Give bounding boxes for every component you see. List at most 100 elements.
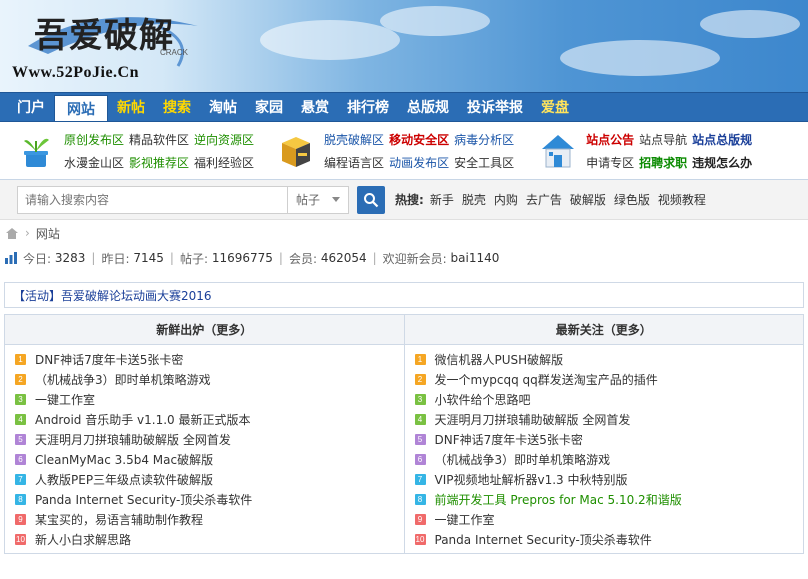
box-icon (276, 131, 316, 171)
nav-item[interactable]: 淘帖 (200, 93, 246, 121)
stat-posts-value: 11696775 (211, 251, 273, 265)
thread-row[interactable]: 7 VIP视频地址解析器v1.3 中秋特别版 (414, 469, 804, 489)
forum-link[interactable]: 站点总版规 (692, 131, 752, 148)
latest-threads-title[interactable]: 新鲜出炉（更多） (5, 315, 404, 345)
forum-link[interactable]: 福利经验区 (194, 154, 254, 171)
site-logo[interactable]: 吾爱破解 CRACK Www.52PoJie.Cn (8, 6, 198, 86)
thread-title[interactable]: （机械战争3）即时单机策略游戏 (35, 371, 211, 388)
forum-group-security: 脱壳破解区 移动安全区 病毒分析区编程语言区 动画发布区 安全工具区 (276, 131, 514, 171)
thread-title[interactable]: VIP视频地址解析器v1.3 中秋特别版 (435, 471, 628, 488)
thread-row[interactable]: 4 天涯明月刀拼琅辅助破解版 全网首发 (414, 409, 804, 429)
thread-title[interactable]: DNF神话7度年卡送5张卡密 (435, 431, 583, 448)
thread-title[interactable]: 发一个mypcqq qq群发送淘宝产品的插件 (435, 371, 658, 388)
stat-today-label: 今日: (23, 251, 52, 266)
thread-row[interactable]: 3 小软件给个思路吧 (414, 389, 804, 409)
thread-row[interactable]: 6 CleanMyMac 3.5b4 Mac破解版 (15, 449, 404, 469)
nav-item[interactable]: 新帖 (108, 93, 154, 121)
thread-title[interactable]: Android 音乐助手 v1.1.0 最新正式版本 (35, 411, 250, 428)
thread-row[interactable]: 10 Panda Internet Security-顶尖杀毒软件 (414, 529, 804, 549)
thread-row[interactable]: 6 （机械战争3）即时单机策略游戏 (414, 449, 804, 469)
forum-link[interactable]: 原创发布区 (64, 131, 124, 148)
thread-title[interactable]: 一键工作室 (35, 391, 95, 408)
forum-link[interactable]: 动画发布区 (389, 154, 449, 171)
forum-link[interactable]: 病毒分析区 (454, 131, 514, 148)
rank-badge: 3 (414, 393, 426, 405)
thread-title[interactable]: （机械战争3）即时单机策略游戏 (435, 451, 611, 468)
stat-today-value: 3283 (54, 251, 86, 265)
hot-search-link[interactable]: 内购 (494, 191, 518, 208)
search-input[interactable] (17, 185, 287, 214)
thread-row[interactable]: 5 DNF神话7度年卡送5张卡密 (414, 429, 804, 449)
hot-search-link[interactable]: 绿色版 (614, 191, 650, 208)
search-type-select[interactable]: 帖子 (287, 185, 349, 214)
forum-link[interactable]: 站点导航 (639, 131, 687, 148)
forum-links-group3: 站点公告 站点导航 站点总版规申请专区 招聘求职 违规怎么办 (586, 131, 752, 171)
thread-row[interactable]: 8 Panda Internet Security-顶尖杀毒软件 (15, 489, 404, 509)
thread-row[interactable]: 2 发一个mypcqq qq群发送淘宝产品的插件 (414, 369, 804, 389)
rank-badge: 7 (15, 473, 26, 485)
forum-link[interactable]: 违规怎么办 (692, 154, 752, 171)
thread-row[interactable]: 3 一键工作室 (15, 389, 404, 409)
thread-title[interactable]: DNF神话7度年卡送5张卡密 (35, 351, 183, 368)
nav-item[interactable]: 网站 (54, 95, 108, 121)
logo-url: Www.52PoJie.Cn (12, 64, 139, 81)
forum-link[interactable]: 精品软件区 (129, 131, 189, 148)
thread-row[interactable]: 8 前端开发工具 Prepros for Mac 5.10.2和谐版 (414, 489, 804, 509)
thread-title[interactable]: 天涯明月刀拼琅辅助破解版 全网首发 (435, 411, 631, 428)
thread-row[interactable]: 2 （机械战争3）即时单机策略游戏 (15, 369, 404, 389)
nav-item[interactable]: 家园 (246, 93, 292, 121)
thread-row[interactable]: 9 某宝买的，易语言辅助制作教程 (15, 509, 404, 529)
hot-search-link[interactable]: 脱壳 (462, 191, 486, 208)
rank-badge: 1 (414, 353, 426, 365)
forum-link[interactable]: 移动安全区 (389, 131, 449, 148)
new-member-link[interactable]: bai1140 (451, 251, 500, 265)
thread-title[interactable]: 新人小白求解思路 (35, 531, 131, 548)
search-button[interactable] (357, 185, 385, 214)
thread-title[interactable]: 人教版PEP三年级点读软件破解版 (35, 471, 213, 488)
thread-row[interactable]: 7 人教版PEP三年级点读软件破解版 (15, 469, 404, 489)
house-icon (538, 131, 578, 171)
hot-threads-title[interactable]: 最新关注（更多） (404, 315, 803, 345)
thread-title[interactable]: 微信机器人PUSH破解版 (435, 351, 564, 368)
forum-link[interactable]: 申请专区 (586, 154, 634, 171)
thread-title[interactable]: 天涯明月刀拼琅辅助破解版 全网首发 (35, 431, 231, 448)
thread-title[interactable]: 某宝买的，易语言辅助制作教程 (35, 511, 203, 528)
home-icon[interactable] (5, 227, 19, 239)
thread-row[interactable]: 9 一键工作室 (414, 509, 804, 529)
thread-title[interactable]: 前端开发工具 Prepros for Mac 5.10.2和谐版 (435, 491, 682, 508)
announcement-link[interactable]: 【活动】吾爱破解论坛动画大赛2016 (13, 287, 212, 304)
thread-title[interactable]: Panda Internet Security-顶尖杀毒软件 (435, 531, 652, 548)
forum-link[interactable]: 招聘求职 (639, 154, 687, 171)
nav-item[interactable]: 搜索 (154, 93, 200, 121)
forum-link[interactable]: 安全工具区 (454, 154, 514, 171)
nav-item[interactable]: 投诉举报 (458, 93, 532, 121)
thread-row[interactable]: 4 Android 音乐助手 v1.1.0 最新正式版本 (15, 409, 404, 429)
thread-row[interactable]: 10 新人小白求解思路 (15, 529, 404, 549)
forum-link[interactable]: 逆向资源区 (194, 131, 254, 148)
nav-item[interactable]: 总版规 (398, 93, 458, 121)
forum-link[interactable]: 编程语言区 (324, 154, 384, 171)
nav-item[interactable]: 门户 (8, 93, 54, 121)
thread-title[interactable]: CleanMyMac 3.5b4 Mac破解版 (35, 451, 213, 468)
forum-link[interactable]: 站点公告 (586, 131, 634, 148)
forum-link[interactable]: 影视推荐区 (129, 154, 189, 171)
search-bar: 帖子 热搜: 新手脱壳内购去广告破解版绿色版视频教程 (0, 180, 808, 220)
forum-link[interactable]: 水漫金山区 (64, 154, 124, 171)
thread-title[interactable]: 一键工作室 (435, 511, 495, 528)
cloud-decoration (560, 40, 720, 76)
thread-row[interactable]: 1 DNF神话7度年卡送5张卡密 (15, 349, 404, 369)
hot-search-link[interactable]: 视频教程 (658, 191, 706, 208)
nav-item[interactable]: 悬赏 (292, 93, 338, 121)
breadcrumb-current[interactable]: 网站 (36, 225, 60, 242)
rank-badge: 8 (414, 493, 426, 505)
forum-link[interactable]: 脱壳破解区 (324, 131, 384, 148)
thread-title[interactable]: 小软件给个思路吧 (435, 391, 531, 408)
nav-item[interactable]: 爱盘 (532, 93, 578, 121)
nav-item[interactable]: 排行榜 (338, 93, 398, 121)
hot-search-link[interactable]: 破解版 (570, 191, 606, 208)
hot-search-link[interactable]: 去广告 (526, 191, 562, 208)
hot-search-link[interactable]: 新手 (430, 191, 454, 208)
thread-row[interactable]: 1 微信机器人PUSH破解版 (414, 349, 804, 369)
thread-title[interactable]: Panda Internet Security-顶尖杀毒软件 (35, 491, 252, 508)
thread-row[interactable]: 5 天涯明月刀拼琅辅助破解版 全网首发 (15, 429, 404, 449)
